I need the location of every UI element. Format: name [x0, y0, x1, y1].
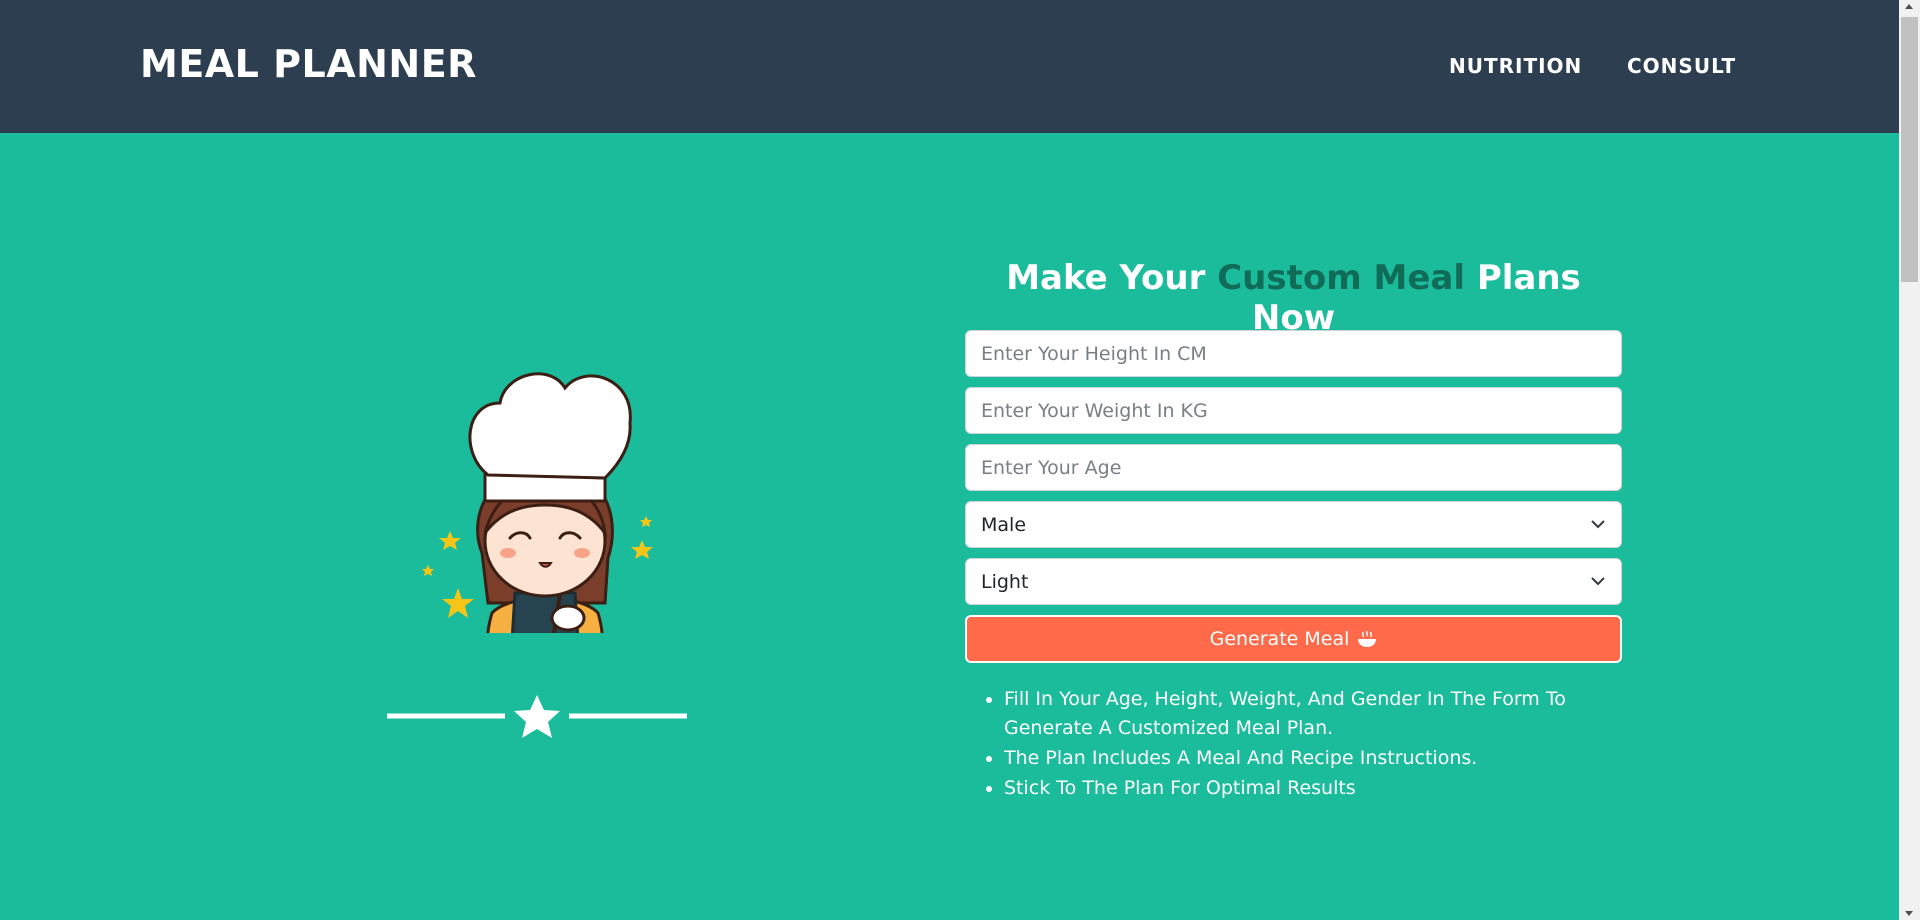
height-input[interactable]: [965, 330, 1622, 377]
scroll-down-arrow-icon[interactable]: [1905, 911, 1913, 916]
nav-link-consult[interactable]: CONSULT: [1627, 54, 1736, 78]
bowl-icon: [1358, 630, 1377, 647]
nav-link-nutrition[interactable]: NUTRITION: [1449, 54, 1582, 78]
sparkle-star-icon: [442, 588, 474, 618]
hero-section: Make Your Custom Meal Plans Now Male Lig…: [0, 133, 1899, 920]
activity-select-wrapper: Light: [965, 558, 1622, 605]
page-scrollbar[interactable]: [1899, 0, 1920, 920]
star-icon: [514, 695, 560, 738]
age-input[interactable]: [965, 444, 1622, 491]
brand-logo[interactable]: MEAL PLANNER: [140, 42, 477, 86]
star-divider: [387, 695, 687, 738]
activity-select[interactable]: Light: [965, 558, 1622, 605]
weight-input[interactable]: [965, 387, 1622, 434]
instructions-list: Fill In Your Age, Height, Weight, And Ge…: [1004, 685, 1624, 804]
meal-form: Male Light Generate Meal: [965, 330, 1622, 663]
title-part-1: Make Your: [1006, 258, 1218, 298]
page-title: Make Your Custom Meal Plans Now: [965, 258, 1622, 338]
gender-select-wrapper: Male: [965, 501, 1622, 548]
instruction-item: Fill In Your Age, Height, Weight, And Ge…: [1004, 685, 1624, 743]
generate-meal-button[interactable]: Generate Meal: [965, 615, 1622, 663]
navbar: MEAL PLANNER NUTRITION CONSULT: [0, 0, 1899, 133]
scroll-up-arrow-icon[interactable]: [1905, 4, 1913, 9]
gender-select[interactable]: Male: [965, 501, 1622, 548]
generate-meal-label: Generate Meal: [1209, 628, 1350, 650]
chef-girl-illustration: [422, 372, 653, 633]
scrollbar-thumb[interactable]: [1901, 17, 1918, 282]
title-accent: Custom Meal: [1217, 258, 1465, 298]
instruction-item: Stick To The Plan For Optimal Results: [1004, 774, 1624, 803]
instruction-item: The Plan Includes A Meal And Recipe Inst…: [1004, 744, 1624, 773]
